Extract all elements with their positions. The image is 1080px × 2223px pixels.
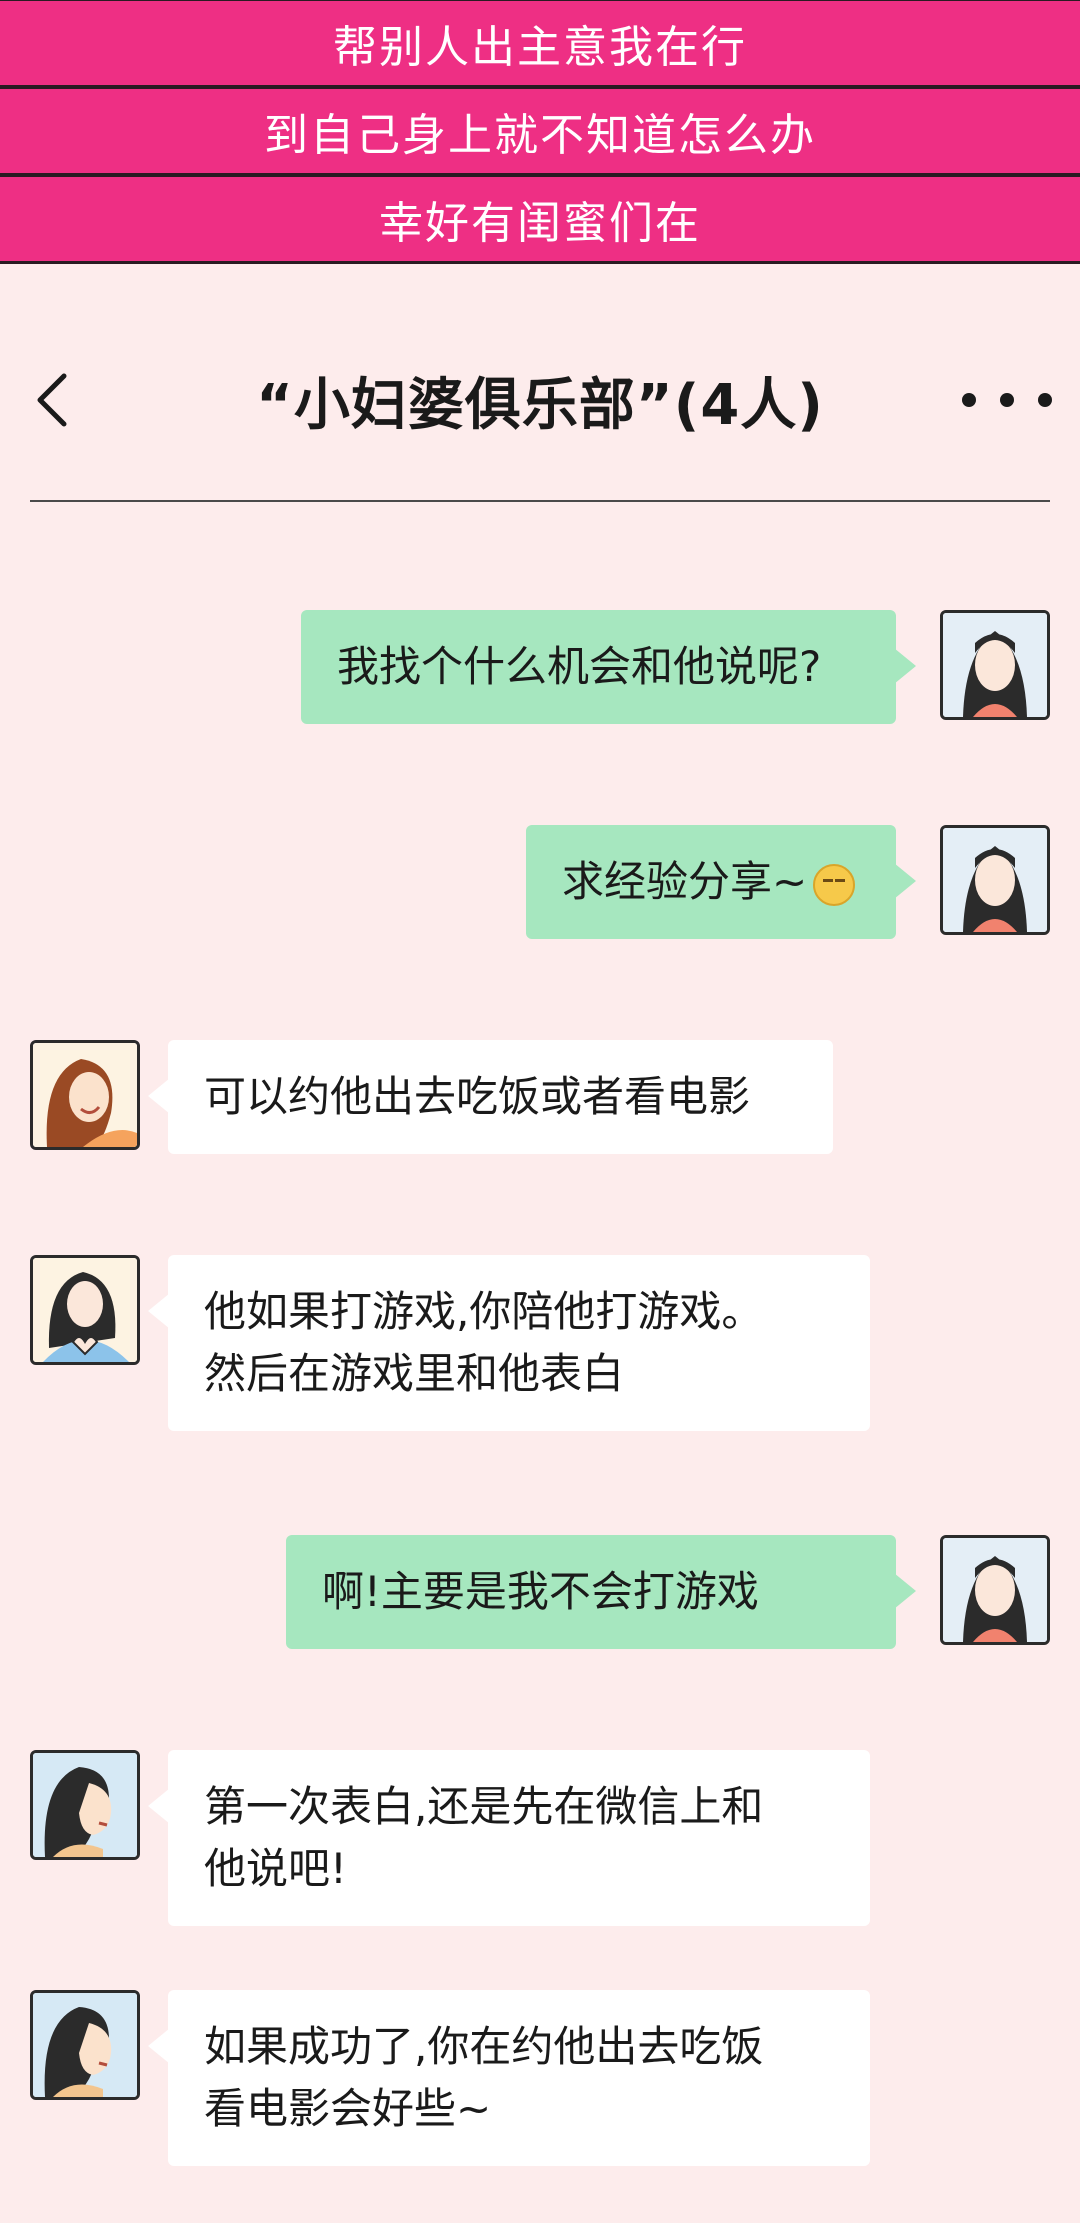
message-bubble[interactable]: 可以约他出去吃饭或者看电影 bbox=[148, 1040, 833, 1154]
message-bubble[interactable]: 第一次表白,还是先在微信上和 他说吧! bbox=[148, 1750, 870, 1926]
heart-hands-woman-avatar-icon bbox=[33, 1258, 137, 1362]
message-row: 可以约他出去吃饭或者看电影 bbox=[30, 1040, 833, 1154]
message-bubble[interactable]: 他如果打游戏,你陪他打游戏。 然后在游戏里和他表白 bbox=[148, 1255, 870, 1431]
message-bubble[interactable]: 如果成功了,你在约他出去吃饭 看电影会好些~ bbox=[148, 1990, 870, 2166]
chat-header: “小妇婆俱乐部”(4人) bbox=[0, 305, 1080, 502]
message-text: 第一次表白,还是先在微信上和 他说吧! bbox=[204, 1782, 764, 1893]
nervous-face-emoji-icon bbox=[813, 863, 856, 906]
banner: 帮别人出主意我在行 到自己身上就不知道怎么办 幸好有闺蜜们在 bbox=[0, 0, 1080, 264]
chat-title: “小妇婆俱乐部”(4人) bbox=[256, 373, 824, 438]
avatar[interactable] bbox=[30, 1990, 140, 2100]
message-row: 啊!主要是我不会打游戏 bbox=[286, 1535, 1050, 1649]
avatar[interactable] bbox=[30, 1750, 140, 1860]
message-bubble[interactable]: 啊!主要是我不会打游戏 bbox=[286, 1535, 916, 1649]
message-text: 如果成功了,你在约他出去吃饭 看电影会好些~ bbox=[204, 2022, 764, 2133]
message-text: 他如果打游戏,你陪他打游戏。 然后在游戏里和他表白 bbox=[204, 1287, 764, 1398]
avatar[interactable] bbox=[30, 1255, 140, 1365]
avatar[interactable] bbox=[940, 1535, 1050, 1645]
long-hair-woman-avatar-icon bbox=[943, 828, 1047, 932]
more-button[interactable] bbox=[962, 375, 1052, 425]
avatar[interactable] bbox=[30, 1040, 140, 1150]
banner-line: 帮别人出主意我在行 bbox=[0, 0, 1080, 88]
profile-woman-avatar-icon bbox=[33, 1753, 137, 1857]
banner-line: 幸好有闺蜜们在 bbox=[0, 176, 1080, 264]
more-dots-icon bbox=[962, 393, 976, 407]
message-row: 第一次表白,还是先在微信上和 他说吧! bbox=[30, 1750, 870, 1926]
message-row: 求经验分享~ bbox=[526, 825, 1050, 939]
long-hair-woman-avatar-icon bbox=[943, 1538, 1047, 1642]
banner-line: 到自己身上就不知道怎么办 bbox=[0, 88, 1080, 176]
message-row: 他如果打游戏,你陪他打游戏。 然后在游戏里和他表白 bbox=[30, 1255, 870, 1431]
message-text: 求经验分享~ bbox=[562, 857, 808, 906]
message-bubble[interactable]: 我找个什么机会和他说呢? bbox=[301, 610, 916, 724]
message-row: 我找个什么机会和他说呢? bbox=[301, 610, 1050, 724]
message-text: 可以约他出去吃饭或者看电影 bbox=[204, 1072, 751, 1121]
message-text: 啊!主要是我不会打游戏 bbox=[322, 1567, 759, 1616]
long-hair-woman-avatar-icon bbox=[943, 613, 1047, 717]
avatar[interactable] bbox=[940, 610, 1050, 720]
avatar[interactable] bbox=[940, 825, 1050, 935]
smiling-woman-avatar-icon bbox=[33, 1043, 137, 1147]
header-divider bbox=[30, 500, 1050, 502]
more-dots-icon bbox=[1000, 393, 1014, 407]
profile-woman-avatar-icon bbox=[33, 1993, 137, 2097]
message-text: 我找个什么机会和他说呢? bbox=[337, 642, 822, 691]
message-row: 如果成功了,你在约他出去吃饭 看电影会好些~ bbox=[30, 1990, 870, 2166]
more-dots-icon bbox=[1038, 393, 1052, 407]
message-bubble[interactable]: 求经验分享~ bbox=[526, 825, 916, 939]
